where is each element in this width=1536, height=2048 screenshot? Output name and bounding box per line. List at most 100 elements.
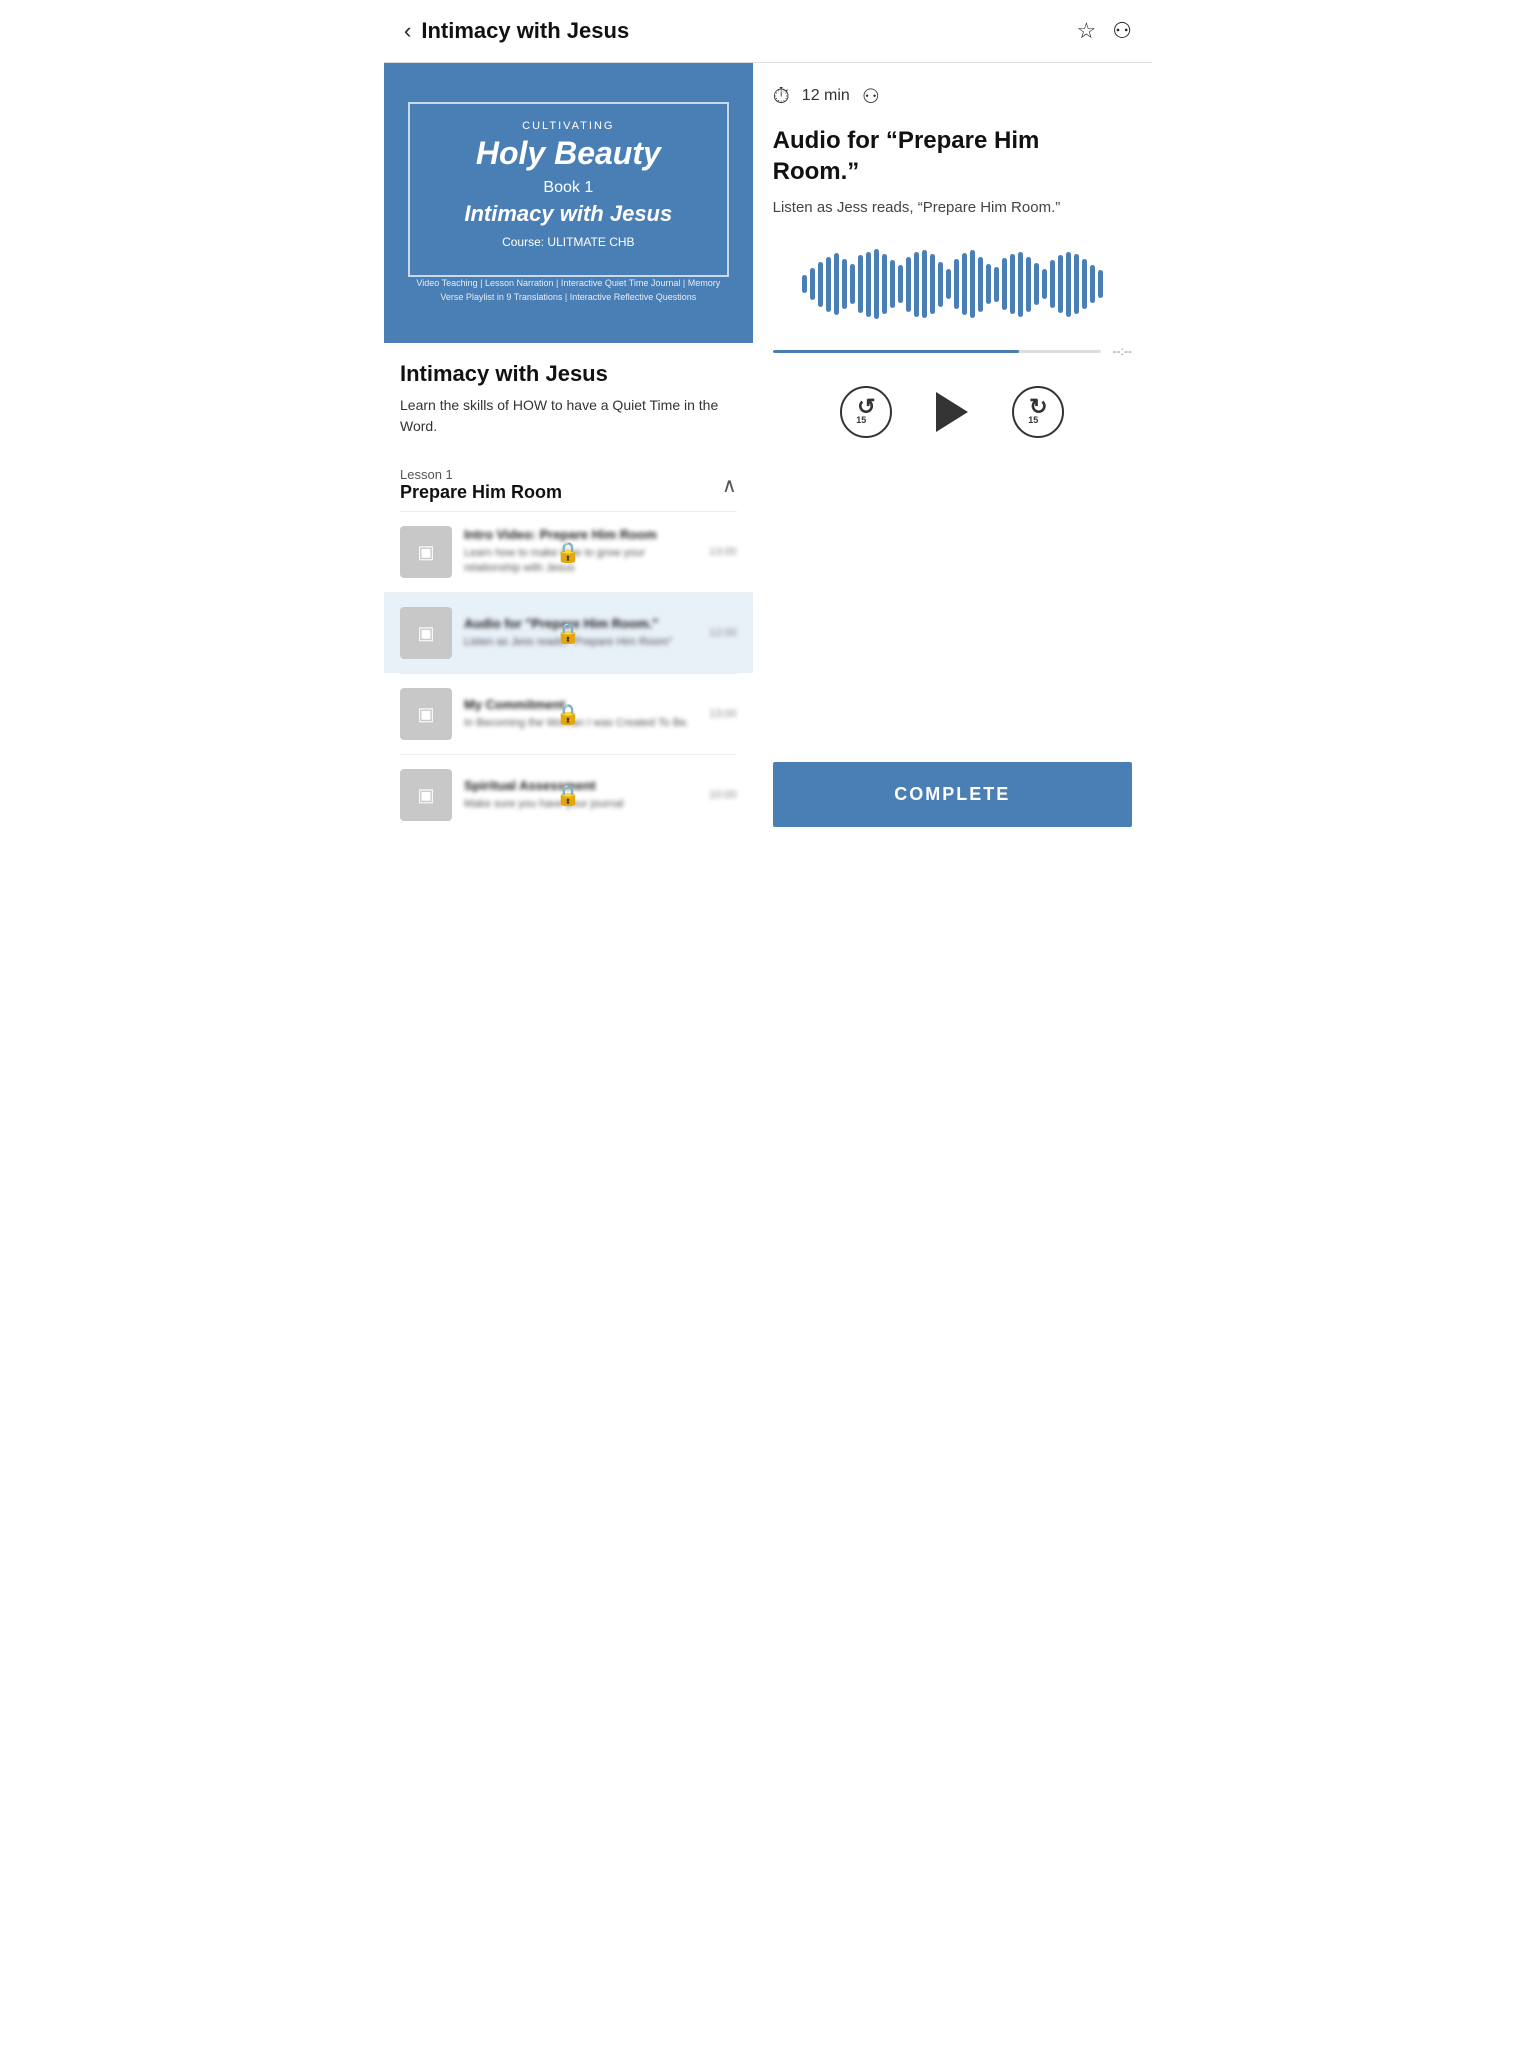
waveform-bar xyxy=(970,250,975,318)
course-info: Intimacy with Jesus Learn the skills of … xyxy=(384,343,753,455)
waveform-bar xyxy=(1074,254,1079,314)
progress-bar-track[interactable] xyxy=(773,350,1101,353)
lesson-item-duration: 13:00 xyxy=(709,708,737,720)
thumbnail-icon: ▣ xyxy=(417,542,434,563)
intimacy-label: Intimacy with Jesus xyxy=(430,201,707,227)
thumbnail-icon: ▣ xyxy=(417,704,434,725)
audio-link-icon[interactable]: ⚇ xyxy=(862,84,880,109)
waveform-bar xyxy=(1010,254,1015,314)
lock-icon: 🔒 xyxy=(556,783,581,808)
lesson-thumbnail: ▣ xyxy=(400,688,452,740)
clock-icon: ⏱ xyxy=(773,83,790,109)
waveform-bar xyxy=(962,253,967,315)
waveform-bar xyxy=(1002,258,1007,310)
back-button[interactable]: ‹ xyxy=(404,18,411,44)
waveform-bar xyxy=(1058,255,1063,313)
progress-container: --:-- xyxy=(773,344,1132,358)
waveform-container xyxy=(773,244,1132,324)
book1-label: Book 1 xyxy=(430,179,707,197)
share-link-icon[interactable]: ⚇ xyxy=(1112,18,1132,44)
chevron-up-icon[interactable]: ∧ xyxy=(722,473,737,498)
waveform-bar xyxy=(1090,265,1095,303)
thumbnail-icon: ▣ xyxy=(417,623,434,644)
waveform-bar xyxy=(1098,270,1103,298)
waveform-bar xyxy=(842,259,847,309)
header-right: ☆ ⚇ xyxy=(1077,18,1132,44)
waveform-bar xyxy=(994,267,999,302)
forward-label: 15 xyxy=(1028,415,1038,425)
waveform-bar xyxy=(1018,252,1023,317)
lesson-item[interactable]: ▣ Spiritual Assessment Make sure you hav… xyxy=(400,754,737,835)
header-left: ‹ Intimacy with Jesus xyxy=(404,18,629,44)
waveform-bar xyxy=(930,254,935,314)
waveform-bar xyxy=(922,250,927,318)
complete-button[interactable]: COMPLETE xyxy=(773,762,1132,827)
course-features: Video Teaching | Lesson Narration | Inte… xyxy=(408,277,729,304)
waveform-bar xyxy=(850,264,855,304)
lock-icon: 🔒 xyxy=(556,621,581,646)
lesson-header[interactable]: Lesson 1 Prepare Him Room ∧ xyxy=(400,467,737,511)
lesson-item[interactable]: ▣ Audio for "Prepare Him Room." Listen a… xyxy=(384,592,753,673)
bookmark-icon[interactable]: ☆ xyxy=(1077,18,1097,44)
waveform-bar xyxy=(818,262,823,307)
waveform-bar xyxy=(882,254,887,314)
waveform-bar xyxy=(898,265,903,303)
lesson-item-duration: 12:00 xyxy=(709,627,737,639)
course-description: Learn the skills of HOW to have a Quiet … xyxy=(400,395,737,437)
lesson-item-duration: 10:00 xyxy=(709,789,737,801)
course-image-inner: CULTIVATING Holy Beauty Book 1 Intimacy … xyxy=(408,102,729,277)
lesson-item[interactable]: ▣ My Commitment In Becoming the Woman I … xyxy=(400,673,737,754)
course-image: CULTIVATING Holy Beauty Book 1 Intimacy … xyxy=(384,63,753,343)
waveform xyxy=(802,249,1103,319)
waveform-bar xyxy=(1026,257,1031,312)
waveform-bar xyxy=(1050,260,1055,308)
left-panel: CULTIVATING Holy Beauty Book 1 Intimacy … xyxy=(384,63,753,847)
lock-icon: 🔒 xyxy=(556,540,581,565)
thumbnail-icon: ▣ xyxy=(417,785,434,806)
waveform-bar xyxy=(986,264,991,304)
lesson-section: Lesson 1 Prepare Him Room ∧ ▣ Intro Vide… xyxy=(384,455,753,847)
header-title: Intimacy with Jesus xyxy=(421,18,629,44)
right-panel: ⏱ 12 min ⚇ Audio for “Prepare Him Room.”… xyxy=(753,63,1152,847)
play-button[interactable] xyxy=(936,392,968,432)
audio-title: Audio for “Prepare Him Room.” xyxy=(773,125,1132,187)
waveform-bar xyxy=(978,257,983,312)
course-title: Intimacy with Jesus xyxy=(400,361,737,387)
waveform-bar xyxy=(866,252,871,317)
progress-time: --:-- xyxy=(1113,344,1132,358)
waveform-bar xyxy=(914,252,919,317)
waveform-bar xyxy=(954,259,959,309)
lesson-thumbnail: ▣ xyxy=(400,607,452,659)
lock-icon: 🔒 xyxy=(556,702,581,727)
app-header: ‹ Intimacy with Jesus ☆ ⚇ xyxy=(384,0,1152,63)
waveform-bar xyxy=(1042,269,1047,299)
rewind-button[interactable]: ↺ 15 xyxy=(840,386,892,438)
course-code: Course: ULITMATE CHB xyxy=(430,235,707,249)
waveform-bar xyxy=(890,260,895,308)
waveform-bar xyxy=(1066,252,1071,317)
waveform-bar xyxy=(1082,259,1087,309)
lesson-item[interactable]: ▣ Intro Video: Prepare Him Room Learn ho… xyxy=(400,511,737,592)
waveform-bar xyxy=(858,255,863,313)
waveform-bar xyxy=(874,249,879,319)
spacer xyxy=(773,478,1132,742)
lesson-items-list: ▣ Intro Video: Prepare Him Room Learn ho… xyxy=(400,511,737,835)
waveform-bar xyxy=(906,257,911,312)
rewind-label: 15 xyxy=(856,415,866,425)
waveform-bar xyxy=(834,253,839,315)
main-layout: CULTIVATING Holy Beauty Book 1 Intimacy … xyxy=(384,63,1152,847)
audio-meta: ⏱ 12 min ⚇ xyxy=(773,83,1132,109)
waveform-bar xyxy=(826,257,831,312)
waveform-bar xyxy=(1034,263,1039,305)
lesson-thumbnail: ▣ xyxy=(400,526,452,578)
lesson-label: Lesson 1 xyxy=(400,467,562,482)
audio-subtitle: Listen as Jess reads, “Prepare Him Room.… xyxy=(773,199,1132,216)
forward-button[interactable]: ↻ 15 xyxy=(1012,386,1064,438)
waveform-bar xyxy=(938,262,943,307)
holy-beauty-label: Holy Beauty xyxy=(430,136,707,171)
cultivating-label: CULTIVATING xyxy=(430,120,707,132)
waveform-bar xyxy=(802,275,807,293)
complete-section: COMPLETE xyxy=(773,742,1132,827)
waveform-bar xyxy=(946,269,951,299)
audio-duration: 12 min xyxy=(802,87,850,105)
